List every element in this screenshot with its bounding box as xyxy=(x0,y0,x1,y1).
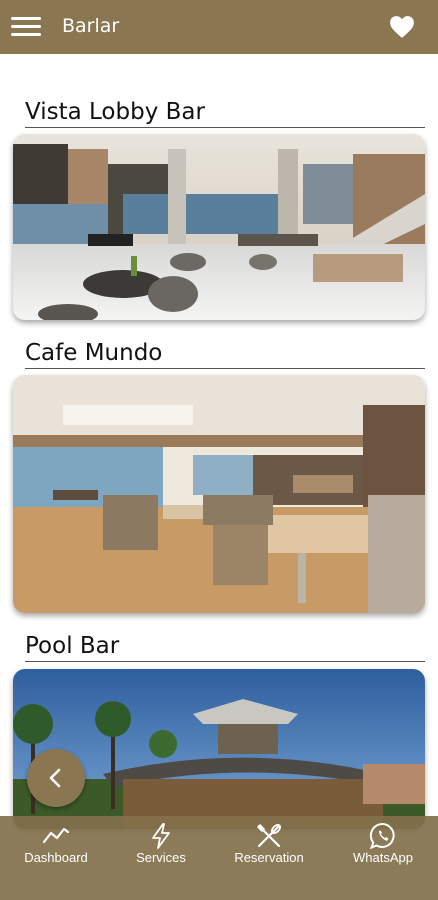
nav-item-dashboard[interactable]: Dashboard xyxy=(6,816,106,900)
lightning-icon xyxy=(152,823,170,849)
nav-label-reservation: Reservation xyxy=(234,850,304,865)
section-divider xyxy=(25,661,425,662)
nav-label-services: Services xyxy=(136,850,186,865)
section-divider xyxy=(25,368,425,369)
section-title-pool-bar: Pool Bar xyxy=(25,633,120,659)
nav-label-whatsapp: WhatsApp xyxy=(353,850,413,865)
nav-item-whatsapp[interactable]: WhatsApp xyxy=(333,816,433,900)
fork-knife-icon xyxy=(257,823,282,848)
back-button[interactable] xyxy=(27,749,85,807)
whatsapp-icon xyxy=(369,823,395,850)
section-title-cafe-mundo: Cafe Mundo xyxy=(25,340,163,366)
cafe-mundo-image[interactable] xyxy=(13,375,425,613)
vista-lobby-bar-image[interactable] xyxy=(13,134,425,320)
nav-item-services[interactable]: Services xyxy=(111,816,211,900)
nav-item-reservation[interactable]: Reservation xyxy=(219,816,319,900)
section-title-vista-lobby-bar: Vista Lobby Bar xyxy=(25,99,205,125)
app-bar: Barlar xyxy=(0,0,438,54)
nav-label-dashboard: Dashboard xyxy=(24,850,88,865)
chevron-left-icon xyxy=(49,768,61,788)
section-divider xyxy=(25,127,425,128)
page-title: Barlar xyxy=(62,15,120,37)
menu-icon[interactable] xyxy=(11,17,41,37)
bottom-navigation: Dashboard Services Reservation WhatsApp xyxy=(0,816,438,900)
heart-icon[interactable] xyxy=(389,15,415,39)
trend-line-icon xyxy=(42,827,70,844)
